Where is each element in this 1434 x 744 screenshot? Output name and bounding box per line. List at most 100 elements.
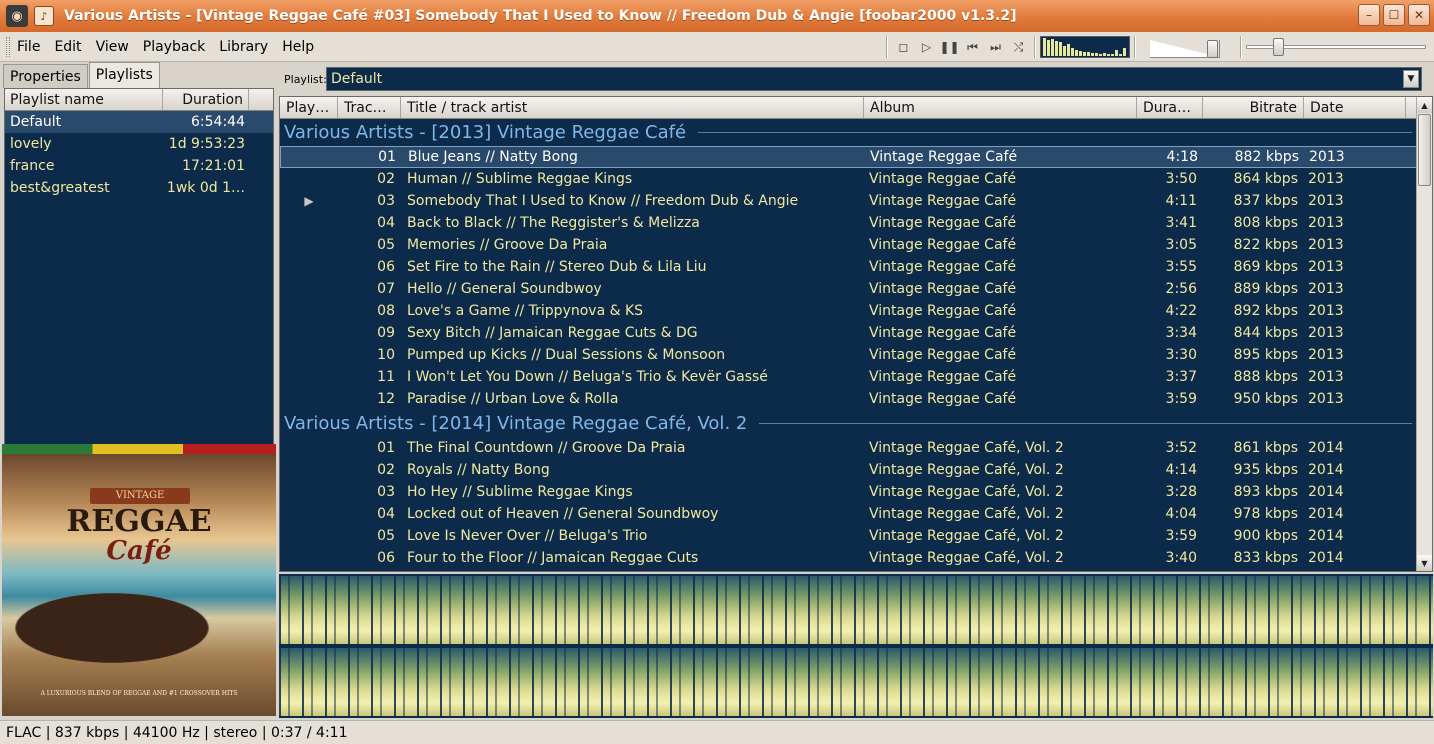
- track-date: 2014: [1308, 440, 1344, 456]
- column-bitrate[interactable]: Bitrate: [1203, 97, 1304, 118]
- track-title: Love Is Never Over // Beluga's Trio: [407, 528, 648, 544]
- album-art-stripe: [2, 444, 276, 454]
- track-number: 02: [377, 171, 395, 187]
- tab-playlists[interactable]: Playlists: [88, 62, 160, 88]
- track-date: 2014: [1308, 484, 1344, 500]
- column-playing[interactable]: Play…: [280, 97, 338, 118]
- menu-file[interactable]: File: [10, 39, 47, 55]
- playlist-item-duration: 1d 9:53:23: [168, 136, 245, 152]
- track-row[interactable]: 01 Blue Jeans // Natty Bong Vintage Reggae…: [280, 146, 1432, 168]
- column-album[interactable]: Album: [864, 97, 1137, 118]
- seek-knob[interactable]: [1272, 38, 1284, 56]
- column-playlist-duration[interactable]: Duration: [163, 89, 249, 110]
- minimize-button[interactable]: –: [1358, 4, 1380, 26]
- group-header-text: Various Artists - [2013] Vintage Reggae …: [284, 122, 687, 143]
- track-album: Vintage Reggae Café: [869, 215, 1017, 231]
- track-row[interactable]: 04 Locked out of Heaven // General Soundb…: [280, 503, 1432, 525]
- playlist-item[interactable]: lovely 1d 9:53:23: [5, 133, 273, 155]
- column-playlist-name[interactable]: Playlist name: [5, 89, 163, 110]
- close-button[interactable]: ✕: [1408, 4, 1430, 26]
- track-bitrate: 869 kbps: [1233, 259, 1298, 275]
- column-title[interactable]: Title / track artist: [401, 97, 864, 118]
- track-row[interactable]: 09 Sexy Bitch // Jamaican Reggae Cuts & D…: [280, 322, 1432, 344]
- menu-icon[interactable]: ♪: [34, 6, 54, 26]
- scroll-thumb[interactable]: [1418, 114, 1431, 186]
- seek-bar[interactable]: [1246, 38, 1426, 56]
- title-bar: ◉ ♪ Various Artists - [Vintage Reggae Ca…: [0, 0, 1434, 32]
- spectrum-bar: [1103, 53, 1106, 56]
- scroll-up-icon[interactable]: ▲: [1417, 97, 1432, 113]
- playlist-item[interactable]: best&greatest 1wk 0d 1…: [5, 177, 273, 199]
- track-row[interactable]: 12 Paradise // Urban Love & Rolla Vintage …: [280, 388, 1432, 410]
- menu-edit[interactable]: Edit: [47, 39, 88, 55]
- play-icon[interactable]: ▷: [915, 36, 938, 58]
- track-row[interactable]: 08 Love's a Game // Trippynova & KS Vintag…: [280, 300, 1432, 322]
- column-date[interactable]: Date: [1304, 97, 1406, 118]
- playlist-item[interactable]: Default 6:54:44: [5, 111, 273, 133]
- random-icon[interactable]: ⤭: [1007, 36, 1030, 58]
- track-title: Love's a Game // Trippynova & KS: [407, 303, 644, 319]
- column-track-no[interactable]: Trac…: [338, 97, 401, 118]
- playlist-item-name: best&greatest: [10, 180, 110, 196]
- track-row[interactable]: 01 The Final Countdown // Groove Da Praia…: [280, 437, 1432, 459]
- group-divider: [759, 423, 1412, 424]
- track-row[interactable]: 04 Back to Black // The Reggister's & Mel…: [280, 212, 1432, 234]
- foobar-logo-icon[interactable]: ◉: [6, 5, 28, 27]
- track-album: Vintage Reggae Café, Vol. 2: [869, 440, 1064, 456]
- group-header[interactable]: Various Artists - [2013] Vintage Reggae …: [280, 119, 1432, 146]
- track-row[interactable]: 07 Hello // General Soundbwoy Vintage Regg…: [280, 278, 1432, 300]
- chevron-down-icon[interactable]: ▼: [1403, 70, 1419, 88]
- playlist-item[interactable]: france 17:21:01: [5, 155, 273, 177]
- album-art-tagline: A LUXURIOUS BLEND OF REGGAE AND #1 CROSS…: [40, 690, 238, 697]
- track-row[interactable]: 02 Royals // Natty Bong Vintage Reggae Caf…: [280, 459, 1432, 481]
- track-row[interactable]: 03 Ho Hey // Sublime Reggae Kings Vintage …: [280, 481, 1432, 503]
- track-number: 06: [377, 550, 395, 566]
- menu-view[interactable]: View: [89, 39, 136, 55]
- next-icon[interactable]: ⏭: [984, 36, 1007, 58]
- album-art: VINTAGE REGGAE Café A LUXURIOUS BLEND OF…: [2, 444, 276, 716]
- track-row[interactable]: 05 Memories // Groove Da Praia Vintage Reg…: [280, 234, 1432, 256]
- menu-help[interactable]: Help: [275, 39, 321, 55]
- track-date: 2013: [1308, 369, 1344, 385]
- maximize-button[interactable]: ☐: [1383, 4, 1405, 26]
- previous-icon[interactable]: ⏮: [961, 36, 984, 58]
- track-row[interactable]: 06 Four to the Floor // Jamaican Reggae C…: [280, 547, 1432, 569]
- track-duration: 2:56: [1165, 281, 1197, 297]
- track-bitrate: 864 kbps: [1233, 171, 1298, 187]
- menu-playback[interactable]: Playback: [136, 39, 212, 55]
- spectrum-bar: [1059, 42, 1062, 56]
- volume-slider[interactable]: [1150, 40, 1220, 58]
- track-duration: 4:11: [1165, 193, 1197, 209]
- spectrum-bar: [1079, 51, 1082, 56]
- album-art-badge: VINTAGE: [90, 488, 190, 504]
- track-row[interactable]: 11 I Won't Let You Down // Beluga's Trio …: [280, 366, 1432, 388]
- track-duration: 4:18: [1166, 149, 1198, 165]
- track-list-scrollbar[interactable]: ▲ ▼: [1416, 97, 1432, 571]
- track-row[interactable]: 06 Set Fire to the Rain // Stereo Dub & L…: [280, 256, 1432, 278]
- column-duration[interactable]: Dura…: [1137, 97, 1203, 118]
- track-date: 2014: [1308, 550, 1344, 566]
- track-bitrate: 889 kbps: [1233, 281, 1298, 297]
- track-album: Vintage Reggae Café: [869, 303, 1017, 319]
- track-row[interactable]: ▶ 03 Somebody That I Used to Know // Freed…: [280, 190, 1432, 212]
- playlist-dropdown[interactable]: Default ▼: [326, 67, 1422, 91]
- track-row[interactable]: 05 Love Is Never Over // Beluga's Trio Vin…: [280, 525, 1432, 547]
- volume-knob[interactable]: [1207, 40, 1218, 58]
- track-row[interactable]: 02 Human // Sublime Reggae Kings Vintage R…: [280, 168, 1432, 190]
- track-number: 03: [377, 193, 395, 209]
- track-bitrate: 935 kbps: [1233, 462, 1298, 478]
- track-title: The Final Countdown // Groove Da Praia: [407, 440, 686, 456]
- stop-icon[interactable]: ◻: [892, 36, 915, 58]
- tab-properties[interactable]: Properties: [3, 64, 88, 88]
- spectrum-visualizer[interactable]: [1040, 36, 1130, 58]
- track-duration: 3:05: [1165, 237, 1197, 253]
- menu-library[interactable]: Library: [212, 39, 275, 55]
- scroll-down-icon[interactable]: ▼: [1417, 555, 1432, 571]
- track-duration: 3:59: [1165, 391, 1197, 407]
- track-row[interactable]: 10 Pumped up Kicks // Dual Sessions & Mon…: [280, 344, 1432, 366]
- track-duration: 3:37: [1165, 369, 1197, 385]
- spectrum-bar: [1119, 54, 1122, 56]
- track-bitrate: 837 kbps: [1233, 193, 1298, 209]
- pause-icon[interactable]: ❚❚: [938, 36, 961, 58]
- group-header[interactable]: Various Artists - [2014] Vintage Reggae …: [280, 410, 1432, 437]
